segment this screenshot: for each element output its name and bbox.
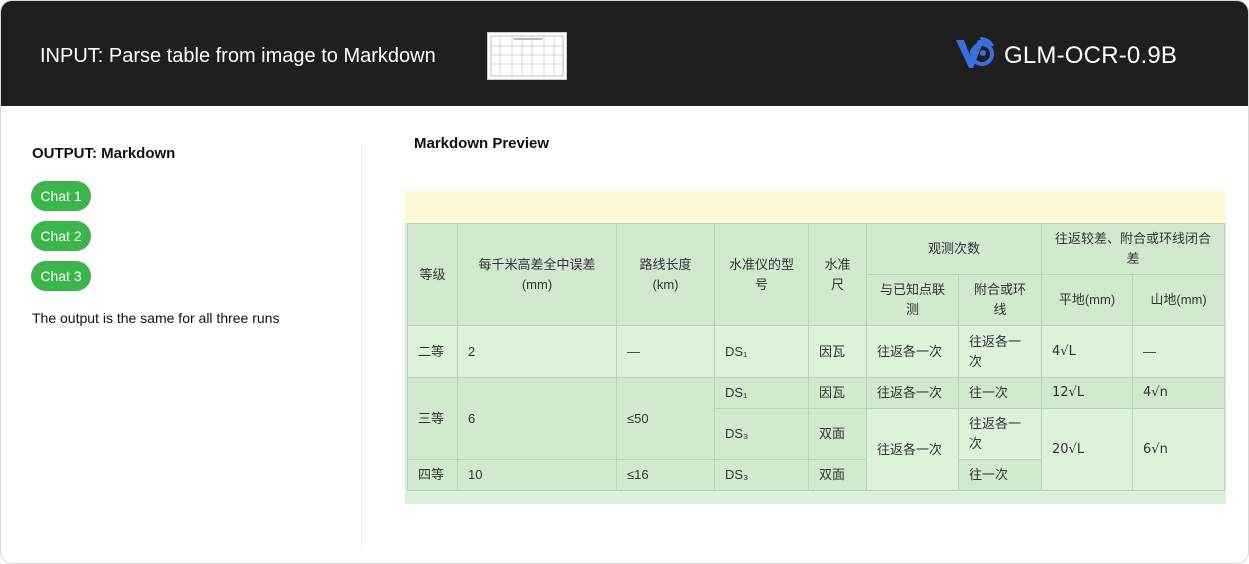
glm-logo-icon bbox=[954, 34, 996, 72]
header-flat: 平地(mm) bbox=[1041, 274, 1134, 326]
table-cell: 往返各一次 bbox=[957, 408, 1043, 460]
app-window: INPUT: Parse table from image to Markdow… bbox=[0, 0, 1249, 564]
table-thumbnail-icon bbox=[490, 35, 564, 77]
table-cell: 四等 bbox=[407, 459, 458, 491]
table-cell: 往一次 bbox=[957, 377, 1043, 409]
table-cell: 往返各一次 bbox=[866, 377, 959, 409]
table-cell: DS₃ bbox=[714, 408, 809, 460]
result-table: 等级 每千米高差全中误差(mm) 路线长度(km) 水准仪的型号 水准尺 观测次… bbox=[407, 223, 1226, 491]
output-label: OUTPUT: Markdown bbox=[32, 145, 176, 162]
table-cell: DS₃ bbox=[714, 459, 809, 491]
table-cell: 往返各一次 bbox=[866, 408, 959, 491]
input-title: INPUT: Parse table from image to Markdow… bbox=[40, 45, 436, 67]
table-cell: ≤16 bbox=[616, 459, 715, 491]
table-cell: 10 bbox=[457, 459, 617, 491]
table-cell: DS₁ bbox=[714, 325, 809, 378]
chat-2-button[interactable]: Chat 2 bbox=[31, 221, 91, 251]
table-cell: — bbox=[1132, 325, 1226, 378]
table-cell: 4√n bbox=[1132, 377, 1226, 409]
table-cell: 二等 bbox=[407, 325, 458, 378]
header-grade: 等级 bbox=[407, 223, 458, 326]
header-error: 每千米高差全中误差(mm) bbox=[457, 223, 617, 326]
header-closure: 往返较差、附合或环线闭合差 bbox=[1041, 223, 1226, 275]
table-cell: 4√L bbox=[1041, 325, 1134, 378]
table-cell: 因瓦 bbox=[808, 325, 867, 378]
table-cell: 因瓦 bbox=[808, 377, 867, 409]
table-cell: — bbox=[616, 325, 715, 378]
header-model: 水准仪的型号 bbox=[714, 223, 809, 326]
table-cell: DS₁ bbox=[714, 377, 809, 409]
panel-divider bbox=[361, 144, 362, 550]
output-panel: OUTPUT: Markdown Chat 1 Chat 2 Chat 3 Th… bbox=[1, 106, 361, 563]
table-cell: 往返各一次 bbox=[957, 325, 1043, 378]
table-cell: 6√n bbox=[1132, 408, 1226, 491]
runs-note: The output is the same for all three run… bbox=[32, 310, 280, 326]
table-cell: ≤50 bbox=[616, 377, 715, 460]
table-cell: 双面 bbox=[808, 459, 867, 491]
table-cell: 往返各一次 bbox=[866, 325, 959, 378]
table-cell: 12√L bbox=[1041, 377, 1134, 409]
header-observations: 观测次数 bbox=[865, 223, 1043, 275]
chat-1-button[interactable]: Chat 1 bbox=[31, 181, 91, 211]
table-cell: 6 bbox=[457, 377, 617, 460]
chat-3-button[interactable]: Chat 3 bbox=[31, 261, 91, 291]
preview-highlight-band bbox=[405, 191, 1226, 223]
header-bar: INPUT: Parse table from image to Markdow… bbox=[1, 1, 1248, 106]
table-cell: 20√L bbox=[1041, 408, 1134, 491]
table-cell: 双面 bbox=[808, 408, 867, 460]
brand-name: GLM-OCR-0.9B bbox=[1004, 42, 1178, 69]
input-image-thumbnail[interactable] bbox=[487, 32, 567, 80]
header-obs-known: 与已知点联测 bbox=[866, 274, 959, 326]
header-length: 路线长度(km) bbox=[616, 223, 715, 326]
table-cell: 2 bbox=[457, 325, 617, 378]
preview-title: Markdown Preview bbox=[414, 135, 550, 152]
header-obs-loop: 附合或环线 bbox=[957, 274, 1043, 326]
table-cell: 往一次 bbox=[957, 459, 1043, 491]
header-mountain: 山地(mm) bbox=[1132, 274, 1226, 326]
header-rod: 水准尺 bbox=[808, 223, 867, 326]
markdown-table-preview: 等级 每千米高差全中误差(mm) 路线长度(km) 水准仪的型号 水准尺 观测次… bbox=[405, 223, 1226, 504]
table-cell: 三等 bbox=[407, 377, 458, 460]
